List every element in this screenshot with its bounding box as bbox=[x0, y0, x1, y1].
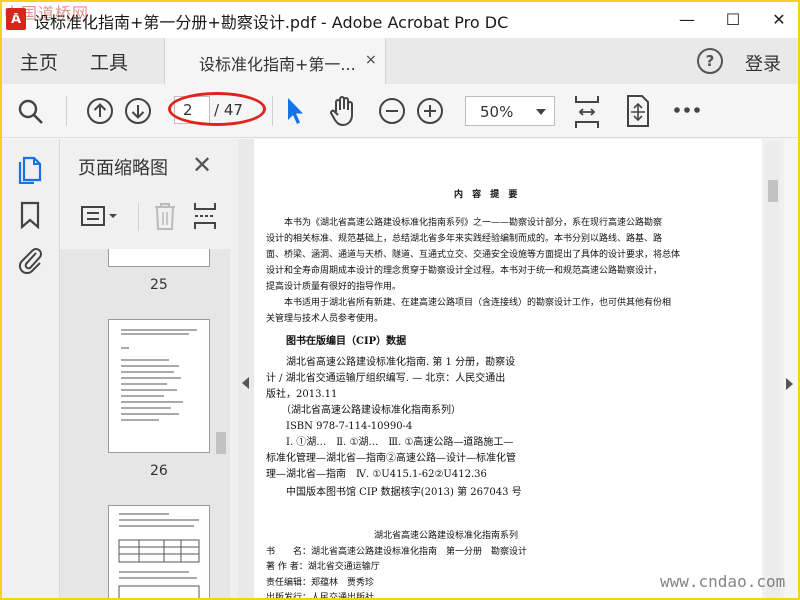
page-thumbnails-icon[interactable] bbox=[16, 154, 44, 184]
thumbnail-page-27[interactable] bbox=[108, 505, 210, 600]
cip-title: 图书在版编目（CIP）数据 bbox=[286, 336, 407, 347]
thumbnail-scrollbar[interactable] bbox=[212, 252, 230, 600]
hand-icon[interactable] bbox=[328, 95, 358, 127]
colophon-line: 出版发行：人民交通出版社 bbox=[266, 593, 375, 600]
document-tab[interactable]: 设标准化指南+第一... × bbox=[164, 38, 386, 84]
bookmark-icon[interactable] bbox=[18, 200, 42, 230]
cip-line: （湖北省高速公路建设标准化指南系列） bbox=[266, 405, 461, 416]
chevron-right-icon[interactable] bbox=[786, 378, 793, 390]
zoom-select[interactable]: 50% bbox=[465, 96, 555, 126]
scroll-mode-icon[interactable] bbox=[624, 94, 652, 128]
doc-paragraph-line: 面、桥梁、涵洞、通道与天桥、隧道、互通式立交、交通安全设施等方面提出了具体的设计… bbox=[266, 250, 681, 260]
cip-line: ISBN 978-7-114-10990-4 bbox=[266, 421, 413, 432]
colophon-line: 责任编辑：郑蕴林 贾秀珍 bbox=[266, 578, 375, 588]
doc-paragraph-line: 设计和全寿命周期成本设计的理念贯穿于勘察设计全过程。本书对于统一和规范高速公路勘… bbox=[266, 266, 663, 276]
page-up-icon[interactable] bbox=[86, 97, 114, 125]
attachment-icon[interactable] bbox=[16, 244, 44, 274]
toolbar-separator bbox=[66, 96, 67, 126]
help-icon[interactable]: ? bbox=[697, 48, 723, 74]
thumbnail-page-25[interactable] bbox=[108, 249, 210, 267]
thumbnail-label-25: 25 bbox=[150, 277, 168, 293]
document-scrollbar[interactable] bbox=[766, 142, 780, 598]
page-down-icon[interactable] bbox=[124, 97, 152, 125]
red-annotation-oval bbox=[168, 92, 266, 126]
cip-line: 中国版本图书馆 CIP 数据核字(2013) 第 267043 号 bbox=[266, 487, 522, 498]
cip-line: 湖北省高速公路建设标准化指南. 第 1 分册，勘察设 bbox=[266, 357, 516, 368]
document-tab-label: 设标准化指南+第一... bbox=[199, 55, 356, 74]
close-tab-icon[interactable]: × bbox=[365, 52, 377, 68]
chevron-down-icon bbox=[536, 109, 546, 115]
close-panel-icon[interactable]: ✕ bbox=[192, 151, 212, 179]
window-title: 设标准化指南+第一分册+勘察设计.pdf - Adobe Acrobat Pro… bbox=[34, 13, 509, 32]
chevron-left-icon bbox=[242, 377, 249, 389]
panel-toolbar bbox=[60, 197, 238, 237]
colophon-line: 湖北省高速公路建设标准化指南系列 bbox=[266, 531, 519, 541]
watermark-bottom: www.cndao.com bbox=[660, 572, 786, 591]
panel-separator bbox=[138, 203, 139, 231]
login-button[interactable]: 登录 bbox=[745, 50, 781, 76]
pointer-icon[interactable] bbox=[284, 96, 306, 126]
menu-home[interactable]: 主页 bbox=[20, 48, 58, 75]
search-icon[interactable] bbox=[16, 97, 46, 127]
thumbnail-scrollbar-thumb[interactable] bbox=[216, 432, 226, 454]
colophon-line: 著 作 者：湖北省交通运输厅 bbox=[266, 562, 380, 572]
colophon-line: 书 名：湖北省高速公路建设标准化指南 第一分册 勘察设计 bbox=[266, 547, 528, 557]
minimize-button[interactable]: — bbox=[664, 0, 710, 38]
thumbnail-options-icon[interactable] bbox=[80, 203, 120, 229]
menu-tools[interactable]: 工具 bbox=[90, 48, 128, 75]
insert-page-icon[interactable] bbox=[192, 201, 218, 231]
document-scrollbar-thumb[interactable] bbox=[768, 180, 778, 202]
zoom-value: 50% bbox=[480, 103, 514, 121]
zoom-in-icon[interactable] bbox=[416, 97, 444, 125]
maximize-button[interactable]: ☐ bbox=[710, 0, 756, 38]
cip-line: 标准化管理—湖北省—指南②高速公路—设计—标准化管 bbox=[266, 453, 516, 464]
close-window-button[interactable]: ✕ bbox=[756, 0, 800, 38]
collapse-panel-handle[interactable] bbox=[238, 139, 254, 600]
thumbnail-label-26: 26 bbox=[150, 463, 168, 479]
doc-paragraph-line: 本书适用于湖北省所有新建、在建高速公路项目（含连接线）的勘察设计工作，也可供其他… bbox=[266, 298, 672, 308]
cip-line: Ⅰ. ①湖… Ⅱ. ①湖… Ⅲ. ①高速公路—道路施工— bbox=[266, 437, 514, 448]
thumbnail-page-26[interactable] bbox=[108, 319, 210, 453]
toolbar-separator bbox=[272, 96, 273, 126]
panel-title: 页面缩略图 bbox=[78, 158, 168, 179]
doc-paragraph-line: 关管理与技术人员参考使用。 bbox=[266, 314, 384, 324]
doc-heading: 内 容 提 要 bbox=[454, 190, 521, 200]
cip-line: 版社，2013.11 bbox=[266, 389, 338, 400]
more-icon[interactable] bbox=[672, 100, 702, 120]
zoom-out-icon[interactable] bbox=[378, 97, 406, 125]
cip-line: 理—湖北省—指南 Ⅳ. ①U415.1-62②U412.36 bbox=[266, 469, 487, 480]
title-bar: A 中国道桥网 设标准化指南+第一分册+勘察设计.pdf - Adobe Acr… bbox=[0, 0, 800, 38]
document-viewport[interactable]: 内 容 提 要 本书为《湖北省高速公路建设标准化指南系列》之一——勘察设计部分，… bbox=[254, 139, 762, 600]
delete-page-icon[interactable] bbox=[152, 201, 178, 231]
cip-line: 计 / 湖北省交通运输厅组织编写. — 北京：人民交通出 bbox=[266, 373, 506, 384]
doc-paragraph-line: 设计的相关标准、规范基础上，总结湖北省多年来实践经验编制而成的。本书分别以路线、… bbox=[266, 234, 663, 244]
fit-width-icon[interactable] bbox=[572, 94, 602, 130]
thumbnail-list[interactable]: 25 26 bbox=[60, 249, 230, 600]
doc-paragraph-line: 提高设计质量有很好的指导作用。 bbox=[266, 282, 402, 292]
menu-tab-row: 主页 工具 bbox=[0, 38, 800, 84]
doc-paragraph-line: 本书为《湖北省高速公路建设标准化指南系列》之一——勘察设计部分，系在现行高速公路… bbox=[266, 218, 663, 228]
